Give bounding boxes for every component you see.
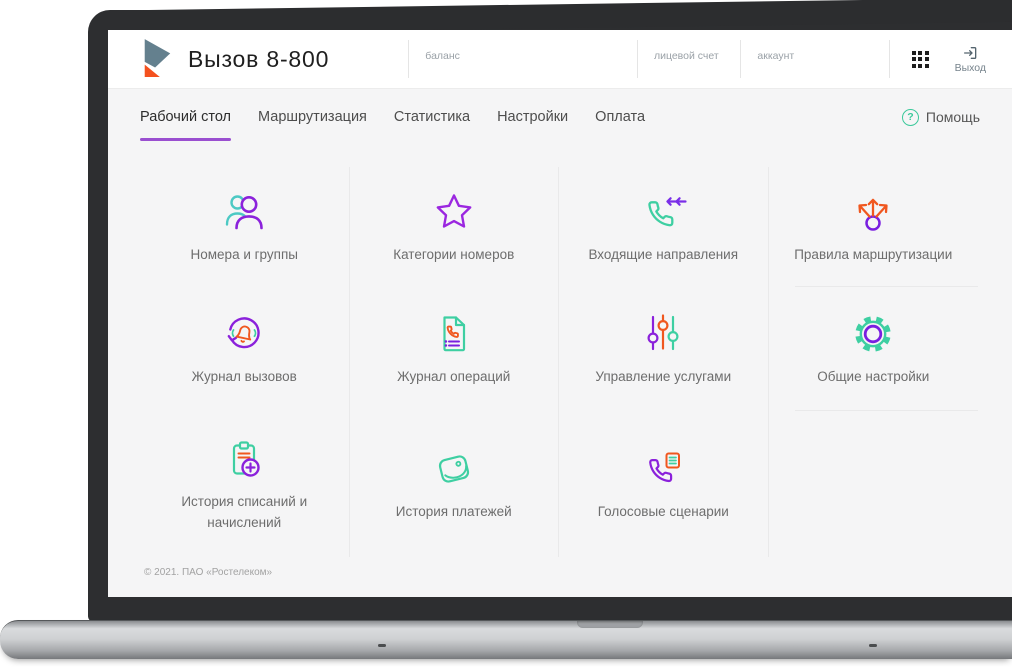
tile-payments-history[interactable]: История платежей — [350, 411, 559, 557]
laptop-foot — [378, 644, 386, 647]
wallet-icon — [438, 455, 469, 484]
tab-settings[interactable]: Настройки — [497, 89, 568, 145]
tile-label: Входящие направления — [588, 247, 739, 263]
sliders-icon — [647, 314, 679, 351]
main-nav: Рабочий стол Маршрутизация Статистика На… — [108, 89, 1012, 145]
phone-script-icon — [649, 452, 681, 483]
app-title: Вызов 8-800 — [188, 45, 330, 72]
routing-arrows-icon — [858, 199, 888, 232]
tile-service-management[interactable]: Управление услугами — [559, 287, 769, 411]
rostelecom-logo-icon — [144, 39, 171, 77]
logout-icon — [964, 46, 977, 59]
tile-label: Номера и группы — [190, 247, 298, 263]
header-actions: Выход — [888, 40, 1012, 78]
tile-label: История списаний и начислений — [181, 494, 308, 530]
brand-logo[interactable]: Вызов 8-800 — [108, 37, 408, 81]
laptop-mockup: Вызов 8-800 баланс лицевой счет аккаунт — [0, 0, 1012, 667]
personal-account-field: лицевой счет — [636, 40, 740, 78]
tab-desktop[interactable]: Рабочий стол — [140, 89, 232, 145]
incoming-call-icon — [648, 197, 687, 227]
tile-general-settings[interactable]: Общие настройки — [769, 287, 979, 411]
tile-label: История платежей — [395, 504, 512, 520]
logout-button[interactable]: Выход — [955, 45, 986, 74]
star-icon — [436, 194, 472, 229]
tile-label: Правила маршрутизации — [794, 247, 953, 263]
tile-label: Голосовые сценарии — [597, 504, 729, 520]
people-icon — [226, 195, 264, 230]
app-header: Вызов 8-800 баланс лицевой счет аккаунт — [108, 30, 1012, 89]
bell-refresh-icon — [227, 317, 260, 349]
account-field: аккаунт — [740, 40, 888, 78]
tab-statistics[interactable]: Статистика — [394, 89, 470, 145]
dashboard-grid: Номера и группы Категории номеров Входящ… — [140, 167, 978, 557]
gear-icon — [855, 316, 891, 353]
app-window: Вызов 8-800 баланс лицевой счет аккаунт — [108, 30, 1012, 597]
laptop-latch-notch — [577, 621, 643, 628]
balance-field: баланс — [408, 40, 637, 78]
laptop-foot — [869, 644, 877, 647]
tile-charges-history[interactable]: История списаний и начислений — [140, 411, 350, 557]
tile-numbers-and-groups[interactable]: Номера и группы — [140, 167, 350, 287]
account-label: аккаунт — [757, 50, 795, 62]
tile-routing-rules[interactable]: Правила маршрутизации — [769, 167, 979, 287]
logout-label: Выход — [954, 61, 986, 74]
empty-cell — [769, 411, 979, 557]
tile-label: Управление услугами — [595, 369, 732, 385]
tile-number-categories[interactable]: Категории номеров — [350, 167, 559, 287]
tab-routing[interactable]: Маршрутизация — [258, 89, 367, 145]
document-phone-icon — [443, 316, 465, 352]
tab-payment[interactable]: Оплата — [595, 89, 645, 145]
clipboard-plus-icon — [233, 441, 260, 477]
tile-label: Журнал вызовов — [191, 369, 297, 385]
laptop-base — [0, 620, 1012, 659]
apps-grid-icon[interactable] — [911, 50, 929, 68]
help-question-icon — [901, 108, 919, 126]
tile-label: Журнал операций — [397, 369, 511, 385]
copyright-text: © 2021. ПАО «Ростелеком» — [144, 567, 273, 578]
tile-incoming-directions[interactable]: Входящие направления — [559, 167, 769, 287]
personal-account-label: лицевой счет — [653, 50, 719, 62]
tile-voice-scenarios[interactable]: Голосовые сценарии — [559, 411, 769, 557]
balance-label: баланс — [425, 50, 460, 62]
help-link[interactable]: Помощь — [901, 108, 980, 126]
tile-operations-log[interactable]: Журнал операций — [350, 287, 559, 411]
tile-call-log[interactable]: Журнал вызовов — [140, 287, 350, 411]
help-label: Помощь — [925, 109, 980, 125]
tile-label: Общие настройки — [817, 369, 930, 385]
tile-label: Категории номеров — [393, 247, 515, 263]
